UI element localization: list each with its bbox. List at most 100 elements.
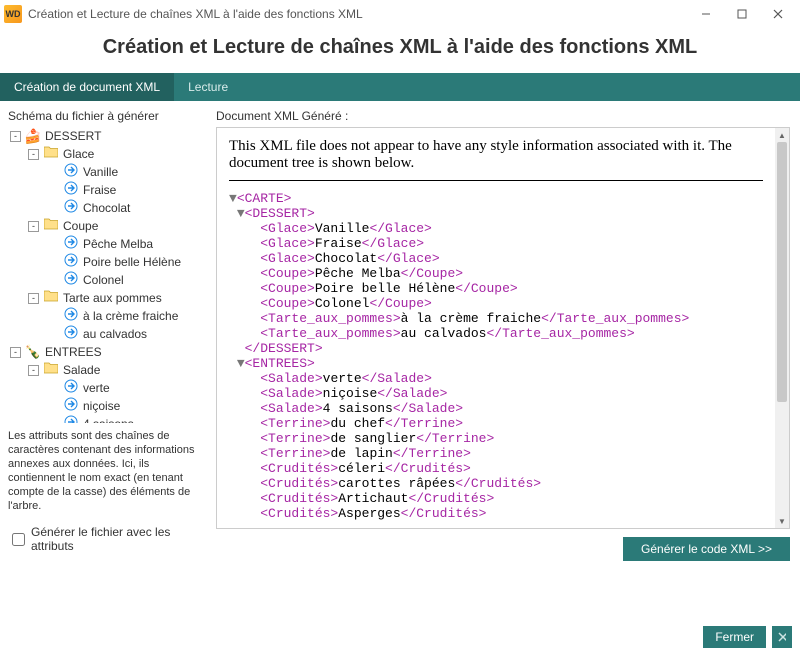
tree-tarte[interactable]: - Tarte aux pommes	[8, 289, 206, 307]
tree-label: niçoise	[83, 397, 120, 415]
close-window-button[interactable]	[760, 0, 796, 28]
right-pane: Document XML Généré : This XML file does…	[210, 101, 800, 561]
arrow-icon	[64, 325, 78, 344]
close-x-button[interactable]	[772, 626, 792, 648]
tree-glace-item[interactable]: Vanille	[8, 163, 206, 181]
folder-icon	[44, 289, 58, 307]
tree-label: au calvados	[83, 325, 147, 343]
entrees-icon: 🍾	[25, 343, 41, 361]
xml-line: <Coupe>Colonel</Coupe>	[229, 296, 763, 311]
xml-line: <Terrine>de sanglier</Terrine>	[229, 431, 763, 446]
folder-icon	[44, 361, 58, 379]
tree-toggle[interactable]: -	[28, 149, 39, 160]
arrow-icon	[64, 181, 78, 200]
tree-toggle[interactable]: -	[28, 365, 39, 376]
tree-dessert[interactable]: -🍰DESSERT	[8, 127, 206, 145]
tree-glace[interactable]: - Glace	[8, 145, 206, 163]
xml-line: <Crudités>Artichaut</Crudités>	[229, 491, 763, 506]
minimize-button[interactable]	[688, 0, 724, 28]
xml-line: ▼<DESSERT>	[229, 206, 763, 221]
tree-label: Coupe	[63, 217, 98, 235]
xml-line: <Tarte_aux_pommes>au calvados</Tarte_aux…	[229, 326, 763, 341]
tree-salade-item[interactable]: 4 saisons	[8, 415, 206, 423]
close-icon	[773, 9, 783, 19]
tree-label: Glace	[63, 145, 94, 163]
tree-toggle[interactable]: -	[28, 221, 39, 232]
collapse-icon[interactable]: ▼	[237, 356, 245, 371]
arrow-icon	[64, 397, 78, 416]
tree-entrees[interactable]: -🍾ENTREES	[8, 343, 206, 361]
tree-label: ENTREES	[45, 343, 102, 361]
xml-line: <Terrine>du chef</Terrine>	[229, 416, 763, 431]
collapse-icon[interactable]: ▼	[237, 206, 245, 221]
tree-salade[interactable]: -Salade	[8, 361, 206, 379]
tree-label: Tarte aux pommes	[63, 289, 162, 307]
arrow-icon	[64, 271, 78, 290]
tree-salade-item[interactable]: verte	[8, 379, 206, 397]
xml-line: <Coupe>Pêche Melba</Coupe>	[229, 266, 763, 281]
tree-toggle[interactable]: -	[10, 131, 21, 142]
tree-label: Fraise	[83, 181, 116, 199]
tab-bar: Création de document XML Lecture	[0, 73, 800, 101]
tree-tarte-item[interactable]: au calvados	[8, 325, 206, 343]
attr-checkbox[interactable]	[12, 533, 25, 546]
xml-line: ▼<ENTREES>	[229, 356, 763, 371]
tree-coupe-item[interactable]: Colonel	[8, 271, 206, 289]
tree-label: verte	[83, 379, 110, 397]
tree-toggle[interactable]: -	[28, 293, 39, 304]
minimize-icon	[701, 9, 711, 19]
xml-line: </DESSERT>	[229, 341, 763, 356]
scroll-down-icon[interactable]: ▼	[775, 514, 789, 528]
tree-label: Pêche Melba	[83, 235, 153, 253]
window-title: Création et Lecture de chaînes XML à l'a…	[28, 7, 363, 21]
schema-label: Schéma du fichier à générer	[8, 105, 206, 127]
tree-label: Colonel	[83, 271, 124, 289]
xml-line: <Tarte_aux_pommes>à la crème fraiche</Ta…	[229, 311, 763, 326]
tab-create[interactable]: Création de document XML	[0, 73, 174, 101]
scroll-up-icon[interactable]: ▲	[775, 128, 789, 142]
arrow-icon	[64, 253, 78, 272]
xml-line: <Crudités>carottes râpées</Crudités>	[229, 476, 763, 491]
arrow-icon	[64, 307, 78, 326]
arrow-icon	[64, 415, 78, 424]
collapse-icon[interactable]: ▼	[229, 191, 237, 206]
xml-line: <Glace>Chocolat</Glace>	[229, 251, 763, 266]
generate-button[interactable]: Générer le code XML >>	[623, 537, 790, 561]
xml-line: <Crudités>Asperges</Crudités>	[229, 506, 763, 521]
doc-label: Document XML Généré :	[216, 105, 790, 127]
tree-coupe[interactable]: - Coupe	[8, 217, 206, 235]
arrow-icon	[64, 163, 78, 182]
scroll-thumb[interactable]	[777, 142, 787, 402]
xml-line: <Terrine>de lapin</Terrine>	[229, 446, 763, 461]
tree-coupe-item[interactable]: Poire belle Hélène	[8, 253, 206, 271]
tree-toggle[interactable]: -	[10, 347, 21, 358]
xml-code: ▼<CARTE> ▼<DESSERT> <Glace>Vanille</Glac…	[229, 191, 763, 521]
arrow-icon	[64, 199, 78, 218]
close-button[interactable]: Fermer	[703, 626, 766, 648]
tree-salade-item[interactable]: niçoise	[8, 397, 206, 415]
tree-coupe-item[interactable]: Pêche Melba	[8, 235, 206, 253]
scrollbar[interactable]: ▲ ▼	[775, 128, 789, 528]
xml-line: <Salade>verte</Salade>	[229, 371, 763, 386]
tab-read[interactable]: Lecture	[174, 73, 242, 101]
content-area: Schéma du fichier à générer -🍰DESSERT-Gl…	[0, 101, 800, 561]
schema-tree[interactable]: -🍰DESSERT-GlaceVanilleFraiseChocolat-Cou…	[8, 127, 206, 423]
xml-line: <Salade>niçoise</Salade>	[229, 386, 763, 401]
maximize-icon	[737, 9, 747, 19]
help-text: Les attributs sont des chaînes de caract…	[8, 423, 206, 521]
tree-glace-item[interactable]: Chocolat	[8, 199, 206, 217]
dessert-icon: 🍰	[24, 127, 41, 145]
xml-line: <Glace>Fraise</Glace>	[229, 236, 763, 251]
xml-line: <Coupe>Poire belle Hélène</Coupe>	[229, 281, 763, 296]
attr-checkbox-row[interactable]: Générer le fichier avec les attributs	[8, 521, 206, 561]
folder-icon	[44, 217, 58, 235]
tree-glace-item[interactable]: Fraise	[8, 181, 206, 199]
xml-scroll-area[interactable]: This XML file does not appear to have an…	[217, 128, 775, 528]
tree-label: DESSERT	[45, 127, 101, 145]
maximize-button[interactable]	[724, 0, 760, 28]
footer: Fermer	[703, 626, 792, 648]
xml-view: This XML file does not appear to have an…	[216, 127, 790, 529]
xml-line: <Crudités>céleri</Crudités>	[229, 461, 763, 476]
xml-line: ▼<CARTE>	[229, 191, 763, 206]
tree-tarte-item[interactable]: à la crème fraiche	[8, 307, 206, 325]
